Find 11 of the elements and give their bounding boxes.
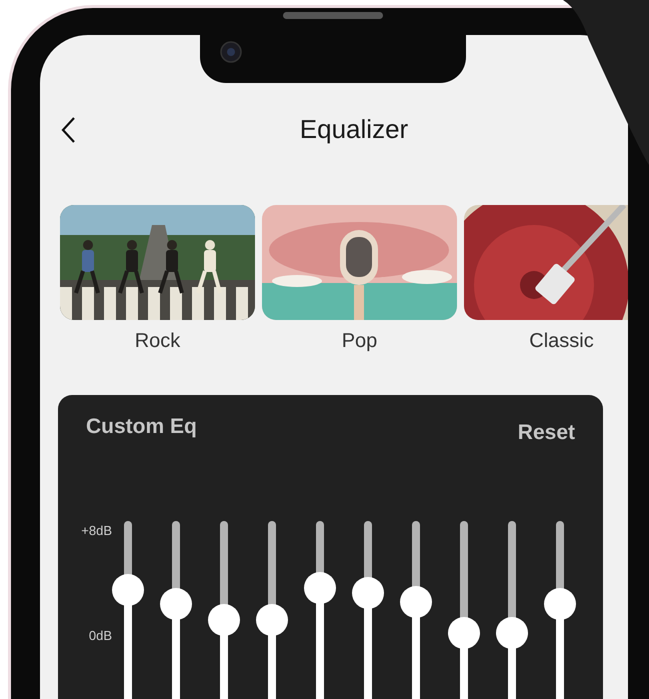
scale-label: +8dB [81,523,112,538]
preset-label: Classic [529,330,594,353]
card-title: Custom Eq [86,415,197,440]
preset-label: Rock [134,330,180,353]
scale-label: 0dB [88,628,112,643]
preset-item[interactable]: Rock [60,205,255,353]
reset-button[interactable]: Reset [518,421,575,445]
screen-title: Equalizer [300,114,408,144]
preset-label: Pop [342,330,378,353]
preset-item[interactable]: Classic [464,205,628,353]
preset-item[interactable]: Pop [262,205,457,353]
